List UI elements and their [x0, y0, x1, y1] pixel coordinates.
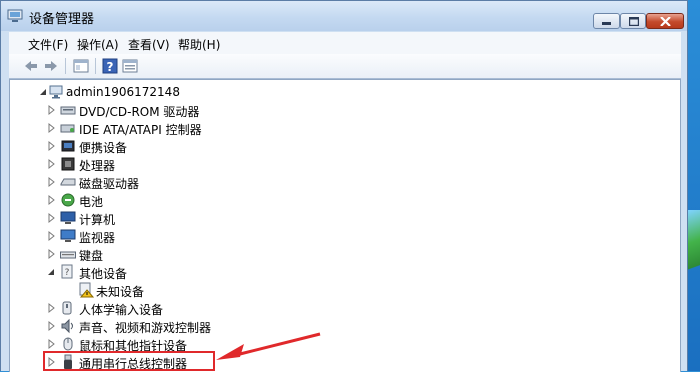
- maximize-icon: [629, 17, 639, 26]
- tree-item-ide[interactable]: IDE ATA/ATAPI 控制器: [10, 119, 310, 137]
- tree-item-label: 声音、视频和游戏控制器: [79, 321, 212, 335]
- properties-pane-icon[interactable]: [73, 58, 89, 74]
- tree-item-label: 计算机: [79, 213, 116, 227]
- tree-item-hid[interactable]: 人体学输入设备: [10, 299, 310, 317]
- toolbar-separator: [95, 58, 96, 74]
- dvd-drive-icon: [60, 106, 76, 115]
- device-manager-window: 设备管理器 文件(F) 操作(A) 查看(V) 帮助(H) ? admin190…: [0, 0, 688, 372]
- close-button[interactable]: [646, 13, 684, 29]
- tree-item-label: IDE ATA/ATAPI 控制器: [79, 123, 202, 137]
- tree-item-battery[interactable]: 电池: [10, 191, 310, 209]
- keyboard-icon: [60, 251, 76, 259]
- expand-arrow-icon[interactable]: [46, 317, 56, 335]
- battery-icon: [61, 193, 75, 207]
- tree-item-label: 键盘: [79, 249, 104, 263]
- tree-item-keyboard[interactable]: 键盘: [10, 245, 310, 263]
- back-icon[interactable]: [23, 58, 39, 74]
- tree-item-label: 磁盘驱动器: [79, 177, 140, 191]
- disk-drive-icon: [60, 178, 76, 186]
- highlight-annotation-box: [43, 351, 215, 371]
- menu-action[interactable]: 操作(A): [77, 36, 119, 53]
- processor-icon: [61, 157, 75, 171]
- svg-text:?: ?: [107, 60, 114, 74]
- unknown-device-warning-icon: [79, 282, 94, 298]
- expand-arrow-icon[interactable]: [46, 101, 56, 119]
- tree-item-monitor[interactable]: 监视器: [10, 227, 310, 245]
- svg-text:?: ?: [65, 268, 70, 278]
- expand-arrow-icon[interactable]: [46, 227, 56, 245]
- tree-item-label: 监视器: [79, 231, 116, 245]
- tree-item-label: 未知设备: [96, 285, 145, 299]
- ide-controller-icon: [60, 124, 75, 133]
- tree-item-dvd[interactable]: DVD/CD-ROM 驱动器: [10, 101, 310, 119]
- tree-item-computer[interactable]: 计算机: [10, 209, 310, 227]
- menu-bar: 文件(F) 操作(A) 查看(V) 帮助(H): [9, 32, 681, 55]
- windows-logo-fragment: [688, 210, 700, 290]
- desktop-background: [688, 0, 700, 371]
- tree-item-disk[interactable]: 磁盘驱动器: [10, 173, 310, 191]
- expand-arrow-icon[interactable]: [46, 191, 56, 209]
- tree-item-label: 便携设备: [79, 141, 128, 155]
- toolbar: ?: [9, 54, 681, 79]
- computer-icon: [60, 211, 76, 224]
- computer-root-icon: [49, 85, 63, 99]
- forward-icon[interactable]: [43, 58, 59, 74]
- monitor-icon: [60, 229, 76, 242]
- expand-arrow-icon[interactable]: [46, 245, 56, 263]
- help-icon[interactable]: ?: [102, 58, 118, 74]
- view-icon[interactable]: [122, 58, 138, 74]
- collapse-arrow-icon[interactable]: [46, 263, 56, 281]
- expand-arrow-icon[interactable]: [46, 155, 56, 173]
- device-manager-app-icon: [7, 9, 23, 22]
- tree-item-label: DVD/CD-ROM 驱动器: [79, 105, 200, 119]
- collapse-arrow-icon[interactable]: [38, 83, 48, 101]
- toolbar-separator: [65, 58, 66, 74]
- window-title: 设备管理器: [29, 12, 95, 27]
- menu-file[interactable]: 文件(F): [28, 36, 68, 53]
- sound-icon: [61, 318, 73, 334]
- minimize-icon: [602, 22, 611, 25]
- expand-arrow-icon[interactable]: [46, 209, 56, 227]
- mouse-icon: [63, 337, 73, 351]
- other-devices-icon: ?: [61, 264, 73, 279]
- expand-arrow-icon[interactable]: [46, 119, 56, 137]
- root-computer-name: admin1906172148: [66, 85, 180, 99]
- device-tree: admin1906172148 DVD/CD-ROM 驱动器 IDE ATA/A…: [9, 79, 681, 372]
- minimize-button[interactable]: [593, 13, 620, 29]
- tree-item-unknown-device[interactable]: 未知设备: [10, 281, 310, 299]
- tree-item-processor[interactable]: 处理器: [10, 155, 310, 173]
- maximize-button[interactable]: [620, 13, 646, 29]
- tree-root[interactable]: admin1906172148: [10, 83, 310, 101]
- hid-icon: [62, 301, 72, 315]
- tree-item-label: 处理器: [79, 159, 116, 173]
- menu-help[interactable]: 帮助(H): [178, 36, 220, 53]
- portable-device-icon: [61, 140, 75, 152]
- tree-item-other-devices[interactable]: ? 其他设备: [10, 263, 310, 281]
- tree-item-portable[interactable]: 便携设备: [10, 137, 310, 155]
- menu-view[interactable]: 查看(V): [128, 36, 170, 53]
- tree-item-label: 电池: [79, 195, 104, 209]
- tree-item-label: 其他设备: [79, 267, 128, 281]
- expand-arrow-icon[interactable]: [46, 173, 56, 191]
- close-icon: [660, 17, 671, 26]
- tree-item-label: 人体学输入设备: [79, 303, 164, 317]
- expand-arrow-icon[interactable]: [46, 299, 56, 317]
- expand-arrow-icon[interactable]: [46, 137, 56, 155]
- annotation-arrow-icon: [216, 332, 321, 360]
- title-bar[interactable]: 设备管理器: [1, 1, 687, 31]
